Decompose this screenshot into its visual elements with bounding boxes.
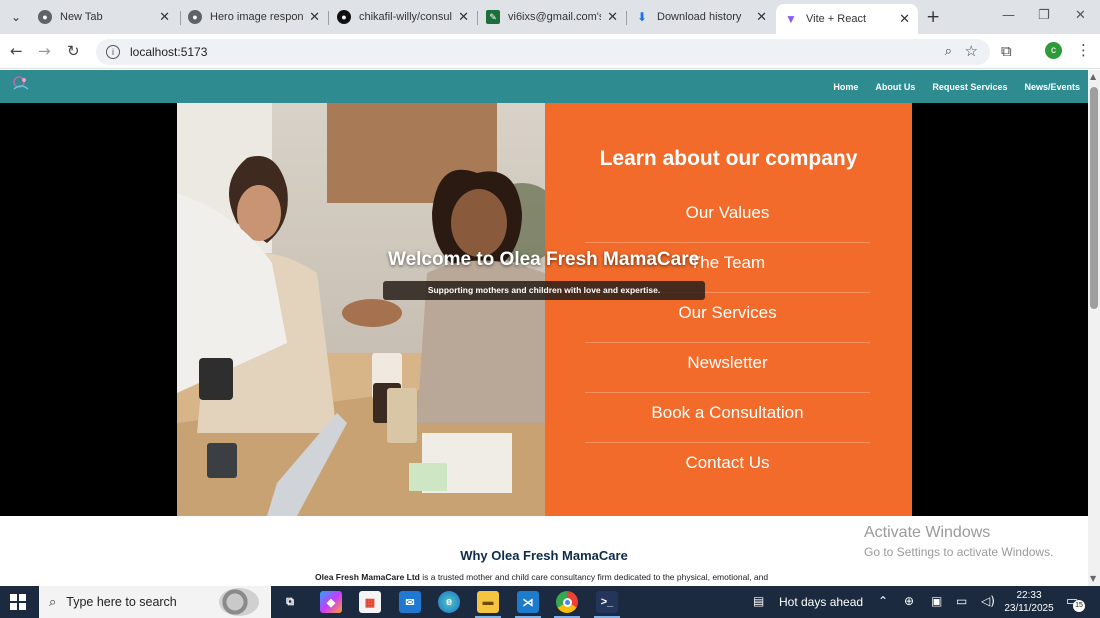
chevron-up-icon[interactable]: ⌃: [878, 594, 888, 608]
activate-windows-watermark: Activate Windows Go to Settings to activ…: [864, 524, 1053, 559]
tab-title: vi6ixs@gmail.com's P: [508, 11, 602, 23]
panel-link-contact-us[interactable]: Contact Us: [585, 443, 870, 493]
clock-time: 22:33: [1016, 590, 1042, 601]
back-button[interactable]: ←: [10, 42, 23, 60]
hero-subtitle: Supporting mothers and children with lov…: [383, 281, 705, 300]
powershell-icon[interactable]: >_: [596, 591, 618, 613]
hero-section: Learn about our company Our Values The T…: [0, 103, 1088, 516]
taskbar-clock[interactable]: 22:33 23/11/2025: [1001, 589, 1057, 615]
clock-date: 23/11/2025: [1004, 603, 1054, 614]
search-icon: ⌕: [49, 594, 57, 610]
bookmark-star-icon[interactable]: ☆: [965, 42, 978, 60]
close-icon[interactable]: ✕: [159, 10, 170, 25]
scroll-up-icon[interactable]: ▲: [1090, 72, 1096, 81]
browser-toolbar: ← → ↻ i localhost:5173 ⌕ ☆ ⧉ c ⋮: [0, 34, 1100, 69]
panel-link-newsletter[interactable]: Newsletter: [585, 343, 870, 393]
panel-list: Our Values The Team Our Services Newslet…: [585, 193, 870, 493]
taskbar-search-placeholder: Type here to search: [66, 595, 177, 609]
copilot-icon[interactable]: ◆: [320, 591, 342, 613]
tab-title: Download history: [657, 11, 742, 23]
address-bar[interactable]: i localhost:5173 ⌕ ☆: [96, 39, 990, 65]
extensions-icon[interactable]: ⧉: [1001, 42, 1012, 60]
task-view-icon[interactable]: ⧉: [279, 591, 301, 613]
company-name: Olea Fresh MamaCare Ltd: [315, 572, 420, 582]
vscode-icon[interactable]: ⋊: [517, 591, 539, 613]
tab-github[interactable]: ● chikafil-willy/consultancy ✕: [329, 4, 477, 30]
meet-now-icon[interactable]: ▣: [931, 594, 942, 608]
nav-link-home[interactable]: Home: [833, 82, 858, 92]
windows-start-icon[interactable]: [10, 594, 26, 610]
scrollbar-thumb[interactable]: [1090, 87, 1098, 309]
panel-link-our-services[interactable]: Our Services: [585, 293, 870, 343]
tab-title: Hero image responsive: [210, 11, 304, 23]
why-text-body: is a trusted mother and child care consu…: [419, 572, 769, 582]
why-section-text: Olea Fresh MamaCare Ltd is a trusted mot…: [315, 572, 785, 582]
hero-image: [177, 103, 545, 516]
scroll-down-icon[interactable]: ▼: [1090, 574, 1096, 583]
tab-gmail[interactable]: ✎ vi6ixs@gmail.com's P ✕: [478, 4, 626, 30]
about-panel: Learn about our company Our Values The T…: [545, 103, 912, 516]
tab-new-tab[interactable]: ● New Tab ✕: [30, 4, 178, 30]
panel-link-book-consultation[interactable]: Book a Consultation: [585, 393, 870, 443]
tab-title: Vite + React: [806, 13, 867, 25]
forward-button[interactable]: →: [38, 42, 51, 60]
weather-icon[interactable]: ▤: [753, 594, 764, 608]
watermark-title: Activate Windows: [864, 524, 991, 541]
url-text[interactable]: localhost:5173: [130, 45, 207, 59]
search-highlight-icon: [219, 588, 259, 616]
tab-strip: ⌄ ● New Tab ✕ ● Hero image responsive ✕ …: [0, 0, 1100, 34]
new-tab-button[interactable]: +: [926, 7, 940, 27]
volume-icon[interactable]: ◁): [981, 594, 995, 608]
mail-icon[interactable]: ✉: [399, 591, 421, 613]
tab-hero-image[interactable]: ● Hero image responsive ✕: [180, 4, 328, 30]
file-explorer-icon[interactable]: ▬: [477, 591, 499, 613]
page-viewport: Home About Us Request Services News/Even…: [0, 70, 1088, 586]
site-info-icon[interactable]: i: [106, 45, 120, 59]
nav-link-request-services[interactable]: Request Services: [932, 82, 1007, 92]
weather-text[interactable]: Hot days ahead: [779, 586, 863, 618]
close-icon[interactable]: ✕: [756, 10, 767, 25]
site-nav-links: Home About Us Request Services News/Even…: [816, 70, 1080, 103]
hero-heading: Welcome to Olea Fresh MamaCare: [388, 249, 700, 270]
tab-download-history[interactable]: ⬇ Download history ✕: [627, 4, 775, 30]
zoom-icon[interactable]: ⌕: [945, 44, 952, 59]
chrome-icon: ●: [188, 10, 202, 24]
close-window-button[interactable]: ✕: [1075, 8, 1086, 23]
close-icon[interactable]: ✕: [458, 10, 469, 25]
close-icon[interactable]: ✕: [899, 12, 910, 27]
network-icon[interactable]: ▭: [956, 594, 967, 608]
tab-title: New Tab: [60, 11, 103, 23]
language-icon[interactable]: ⊕: [904, 594, 914, 608]
minimize-button[interactable]: —: [1002, 8, 1015, 23]
store-icon[interactable]: ▦: [359, 591, 381, 613]
tab-vite-react[interactable]: ▼ Vite + React ✕: [776, 4, 918, 34]
site-navbar: Home About Us Request Services News/Even…: [0, 70, 1088, 103]
site-logo[interactable]: [10, 73, 32, 97]
pencil-icon: ✎: [486, 10, 500, 24]
panel-link-our-values[interactable]: Our Values: [585, 193, 870, 243]
tab-title: chikafil-willy/consultancy: [359, 11, 452, 23]
nav-link-about-us[interactable]: About Us: [875, 82, 915, 92]
windows-taskbar: ⌕ Type here to search ⧉ ◆ ▦ ✉ e ▬ ⋊ >_ ▤…: [0, 586, 1100, 618]
close-icon[interactable]: ✕: [607, 10, 618, 25]
close-icon[interactable]: ✕: [309, 10, 320, 25]
browser-menu-icon[interactable]: ⋮: [1076, 41, 1091, 59]
reload-button[interactable]: ↻: [67, 42, 80, 60]
nav-link-news-events[interactable]: News/Events: [1024, 82, 1080, 92]
tab-search-button[interactable]: ⌄: [6, 7, 26, 27]
chrome-taskbar-icon[interactable]: [556, 591, 578, 613]
vite-icon: ▼: [785, 12, 797, 26]
download-icon: ⬇: [636, 10, 648, 24]
restore-button[interactable]: ❐: [1038, 8, 1050, 23]
page-scrollbar[interactable]: ▲ ▼: [1088, 70, 1100, 586]
watermark-subtitle: Go to Settings to activate Windows.: [864, 545, 1054, 559]
chrome-icon: ●: [38, 10, 52, 24]
profile-avatar[interactable]: c: [1045, 42, 1062, 59]
notification-count-badge: 15: [1073, 600, 1085, 612]
taskbar-search-box[interactable]: ⌕ Type here to search: [39, 586, 271, 618]
github-icon: ●: [337, 10, 351, 24]
panel-title: Learn about our company: [599, 147, 858, 170]
edge-icon[interactable]: e: [438, 591, 460, 613]
